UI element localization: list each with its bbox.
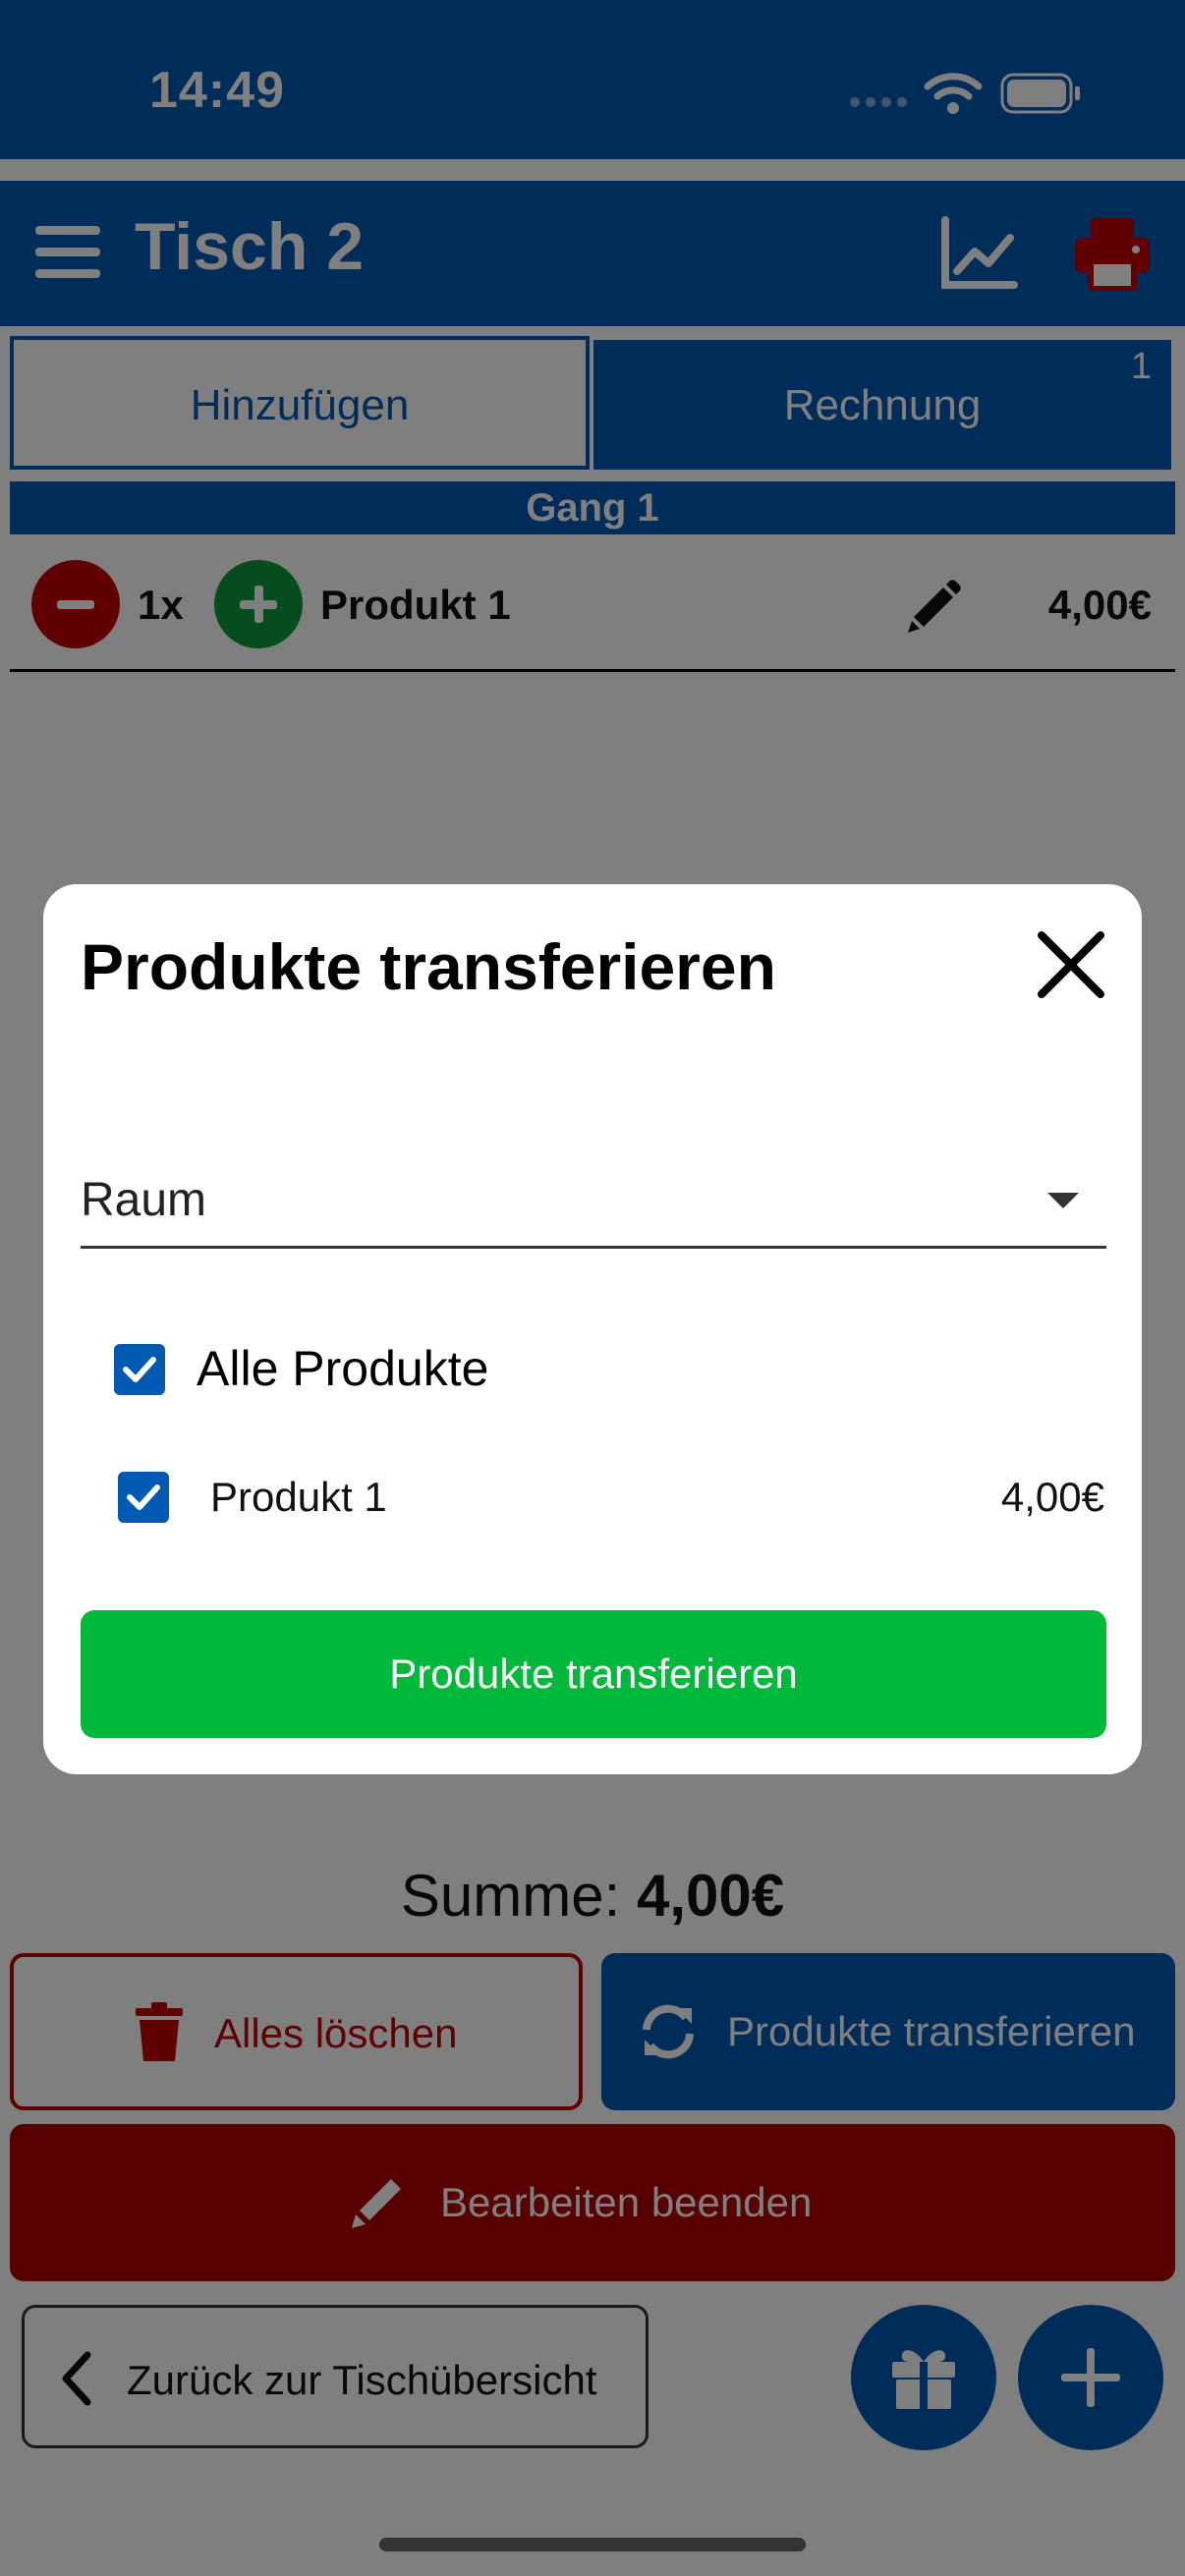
product-price: 4,00€ <box>1000 1474 1104 1520</box>
room-select[interactable]: Raum <box>81 1173 1106 1249</box>
confirm-transfer-button[interactable]: Produkte transferieren <box>81 1610 1106 1738</box>
all-products-checkbox[interactable] <box>114 1344 165 1395</box>
product-checkbox[interactable] <box>118 1472 169 1523</box>
caret-down-icon <box>1047 1193 1079 1208</box>
room-select-label: Raum <box>81 1174 207 1226</box>
transfer-dialog: Produkte transferieren Raum Alle Produkt… <box>43 884 1142 1774</box>
all-products-label: Alle Produkte <box>197 1341 489 1396</box>
check-icon <box>123 1357 156 1382</box>
check-icon <box>127 1484 160 1510</box>
close-icon <box>1038 931 1104 998</box>
product-name: Produkt 1 <box>210 1474 387 1520</box>
confirm-transfer-label: Produkte transferieren <box>389 1651 798 1697</box>
dialog-title: Produkte transferieren <box>81 930 776 1003</box>
close-button[interactable] <box>1034 927 1108 1002</box>
home-indicator <box>379 2538 806 2551</box>
